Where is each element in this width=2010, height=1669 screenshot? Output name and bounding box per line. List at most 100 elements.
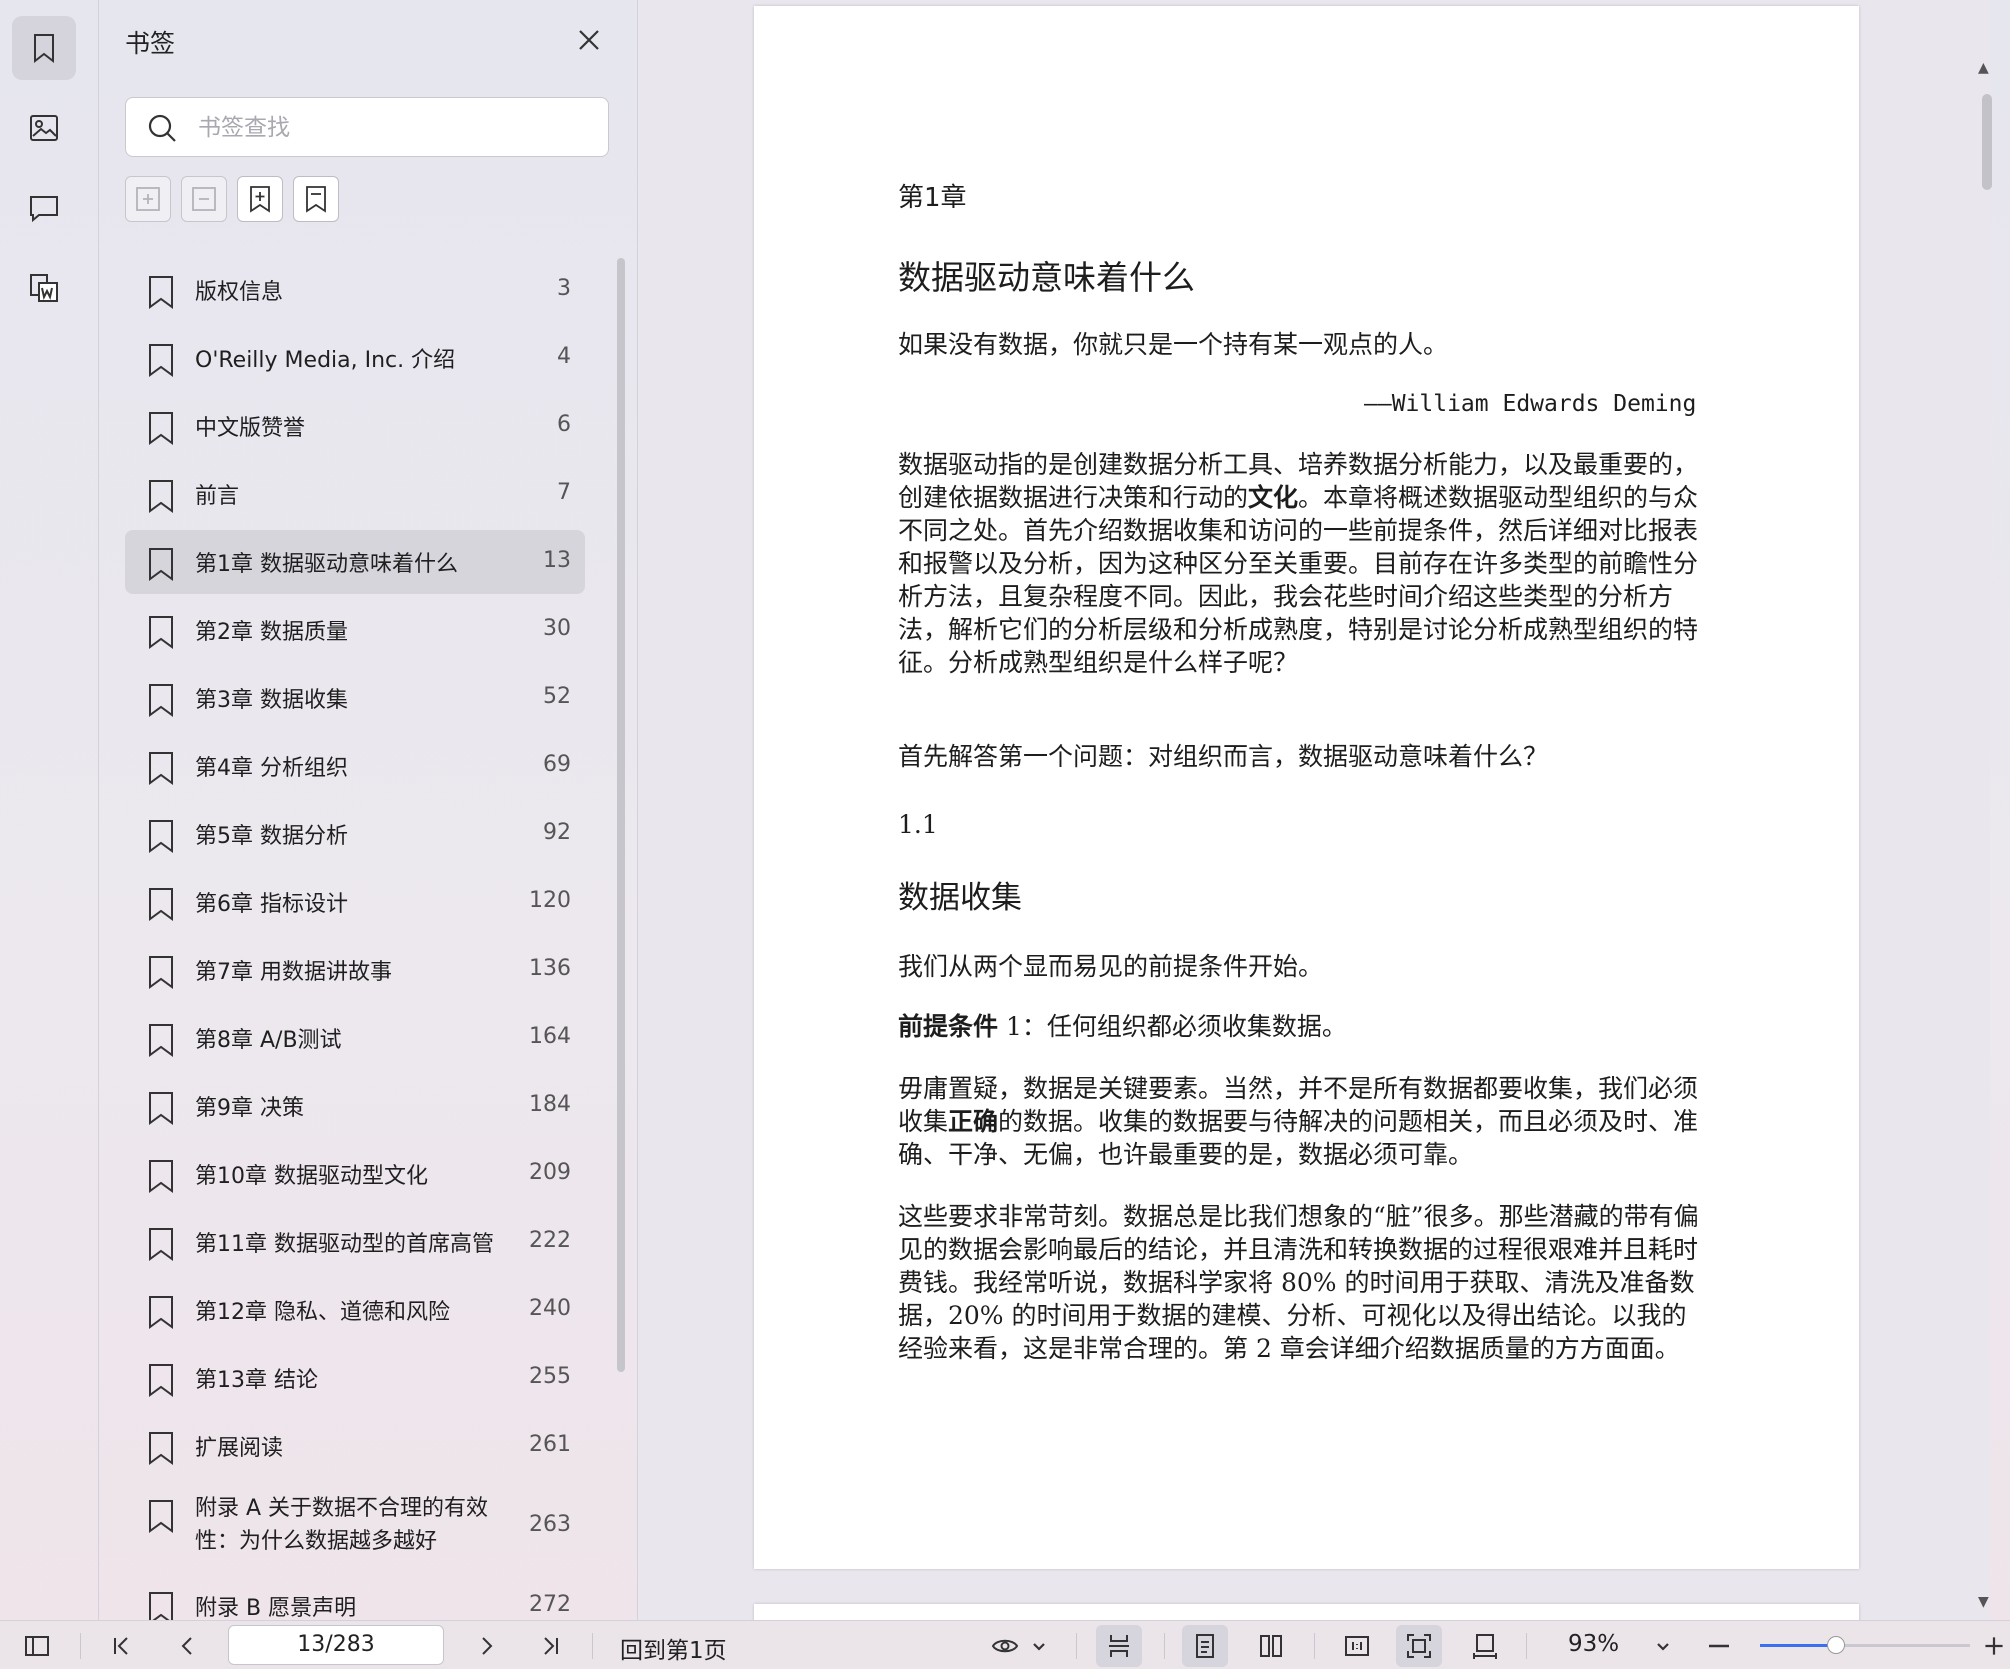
zoom-slider[interactable] — [1760, 1636, 1970, 1654]
bookmark-item[interactable]: 第7章 用数据讲故事 136 — [125, 938, 585, 1002]
premise: 前提条件 1：任何组织都必须收集数据。 — [898, 1012, 1347, 1041]
sidebar-icon — [25, 1636, 49, 1656]
bookmark-icon — [149, 1092, 173, 1125]
bookmark-search-input[interactable] — [196, 108, 590, 148]
bookmark-page-button[interactable] — [293, 176, 339, 222]
bookmark-label: 前言 — [195, 484, 240, 509]
actual-size-button[interactable] — [1340, 1629, 1374, 1663]
bookmark-label: 第2章 数据质量 — [195, 620, 348, 645]
bookmark-item[interactable]: 前言 7 — [125, 462, 585, 526]
bookmark-item[interactable]: 第13章 结论 255 — [125, 1346, 585, 1410]
convert-panel-button[interactable] — [12, 256, 76, 320]
bookmark-item[interactable]: 第3章 数据收集 52 — [125, 666, 585, 730]
zoom-dropdown[interactable] — [1646, 1629, 1680, 1663]
close-icon[interactable] — [573, 24, 605, 56]
bookmark-item[interactable]: 版权信息 3 — [125, 258, 585, 322]
bookmark-icon — [149, 1160, 173, 1193]
expand-all-icon — [136, 187, 160, 211]
bookmark-label: 第10章 数据驱动型文化 — [195, 1164, 428, 1189]
bookmark-item[interactable]: 中文版赞誉 6 — [125, 394, 585, 458]
bookmark-item[interactable]: 第11章 数据驱动型的首席高管 222 — [125, 1210, 585, 1274]
bookmark-item[interactable]: 第2章 数据质量 30 — [125, 598, 585, 662]
bookmark-icon — [149, 1364, 173, 1397]
bookmark-item[interactable]: 第8章 A/B测试 164 — [125, 1006, 585, 1070]
first-page-button[interactable] — [104, 1629, 138, 1663]
page-number-input[interactable]: 13/283 — [228, 1625, 444, 1665]
bookmark-icon — [149, 888, 173, 921]
zoom-slider-fill — [1760, 1644, 1836, 1647]
bookmark-page-number: 69 — [543, 752, 571, 777]
zoom-in-button[interactable] — [1982, 1629, 2006, 1663]
eye-icon — [991, 1639, 1019, 1653]
sidebar-rail — [0, 0, 99, 1620]
double-page-button[interactable] — [1254, 1629, 1288, 1663]
zoom-slider-thumb[interactable] — [1826, 1636, 1845, 1654]
bookmark-panel-button[interactable] — [12, 16, 76, 80]
bookmark-item[interactable]: 第12章 隐私、道德和风险 240 — [125, 1278, 585, 1342]
bookmark-page-number: 240 — [529, 1296, 571, 1321]
bookmark-item[interactable]: 附录 A 关于数据不合理的有效性：为什么数据越多越好 263 — [125, 1482, 585, 1570]
bookmark-label: 中文版赞誉 — [195, 416, 306, 441]
bookmark-label: 第3章 数据收集 — [195, 688, 348, 713]
divider — [1314, 1633, 1315, 1659]
toggle-sidebar-button[interactable] — [20, 1629, 54, 1663]
document-page: 第1章 数据驱动意味着什么 如果没有数据，你就只是一个持有某一观点的人。 ——W… — [754, 6, 1859, 1569]
fit-width-button[interactable] — [1468, 1629, 1502, 1663]
bookmark-label: 第13章 结论 — [195, 1368, 318, 1393]
actual-size-icon — [1345, 1636, 1369, 1656]
add-bookmark-button[interactable] — [237, 176, 283, 222]
bookmark-item[interactable]: 附录 B 愿景声明 272 — [125, 1574, 585, 1620]
bookmark-icon — [149, 1500, 173, 1533]
expand-all-button[interactable] — [125, 176, 171, 222]
section-number: 1.1 — [898, 810, 938, 839]
comment-panel-button[interactable] — [12, 176, 76, 240]
scroll-down-arrow[interactable]: ▼ — [1978, 1594, 1989, 1610]
zoom-out-button[interactable] — [1702, 1629, 1736, 1663]
paragraph: 毋庸置疑，数据是关键要素。当然，并不是所有数据都要收集，我们必须收集正确的数据。… — [898, 1074, 1699, 1169]
read-mode-dropdown[interactable] — [1022, 1629, 1056, 1663]
continuous-scroll-button[interactable] — [1096, 1625, 1142, 1667]
bookmark-item[interactable]: 第10章 数据驱动型文化 209 — [125, 1142, 585, 1206]
panel-title: 书签 — [125, 29, 176, 58]
panel-scrollbar[interactable] — [617, 258, 625, 1372]
scroll-up-arrow[interactable]: ▲ — [1978, 60, 1989, 76]
zoom-level[interactable]: 93% — [1568, 1631, 1619, 1657]
divider — [1526, 1633, 1527, 1659]
bookmark-item[interactable]: 第4章 分析组织 69 — [125, 734, 585, 798]
status-bar: 13/283 回到第1页 93% — [0, 1620, 2010, 1669]
bookmark-item[interactable]: 第6章 指标设计 120 — [125, 870, 585, 934]
section-title: 数据收集 — [898, 880, 1022, 916]
thumbnail-panel-button[interactable] — [12, 96, 76, 160]
plus-icon — [1985, 1637, 2003, 1655]
fit-page-icon — [1407, 1634, 1431, 1658]
back-to-first-page-link[interactable]: 回到第1页 — [620, 1631, 727, 1665]
bookmark-icon — [149, 548, 173, 581]
divider — [80, 1633, 81, 1659]
single-page-button[interactable] — [1182, 1625, 1228, 1667]
last-page-button[interactable] — [534, 1629, 568, 1663]
collapse-all-button[interactable] — [181, 176, 227, 222]
image-icon — [30, 115, 58, 141]
bookmark-icon — [149, 752, 173, 785]
bookmark-label: 第6章 指标设计 — [195, 892, 348, 917]
epigraph-attribution: ——William Edwards Deming — [1364, 391, 1697, 417]
document-scrollbar[interactable] — [1982, 94, 1992, 190]
previous-page-button[interactable] — [170, 1629, 204, 1663]
bookmark-label: 第5章 数据分析 — [195, 824, 348, 849]
bookmark-icon — [149, 684, 173, 717]
document-viewport: 第1章 数据驱动意味着什么 如果没有数据，你就只是一个持有某一观点的人。 ——W… — [638, 0, 1992, 1644]
bookmark-item[interactable]: O'Reilly Media, Inc. 介绍 4 — [125, 326, 585, 390]
bookmark-item[interactable]: 第1章 数据驱动意味着什么 13 — [125, 530, 585, 594]
bookmark-page-number: 136 — [529, 956, 571, 981]
bookmark-item[interactable]: 第9章 决策 184 — [125, 1074, 585, 1138]
fit-page-button[interactable] — [1396, 1625, 1442, 1667]
bookmark-page-number: 263 — [529, 1512, 571, 1537]
next-page-button[interactable] — [470, 1629, 504, 1663]
chevron-down-icon — [1657, 1643, 1669, 1651]
bookmark-page-number: 120 — [529, 888, 571, 913]
read-mode-button[interactable] — [988, 1629, 1022, 1663]
bookmark-item[interactable]: 第5章 数据分析 92 — [125, 802, 585, 866]
bookmark-page-number: 272 — [529, 1592, 571, 1617]
bookmark-item[interactable]: 扩展阅读 261 — [125, 1414, 585, 1478]
bookmark-page-number: 164 — [529, 1024, 571, 1049]
